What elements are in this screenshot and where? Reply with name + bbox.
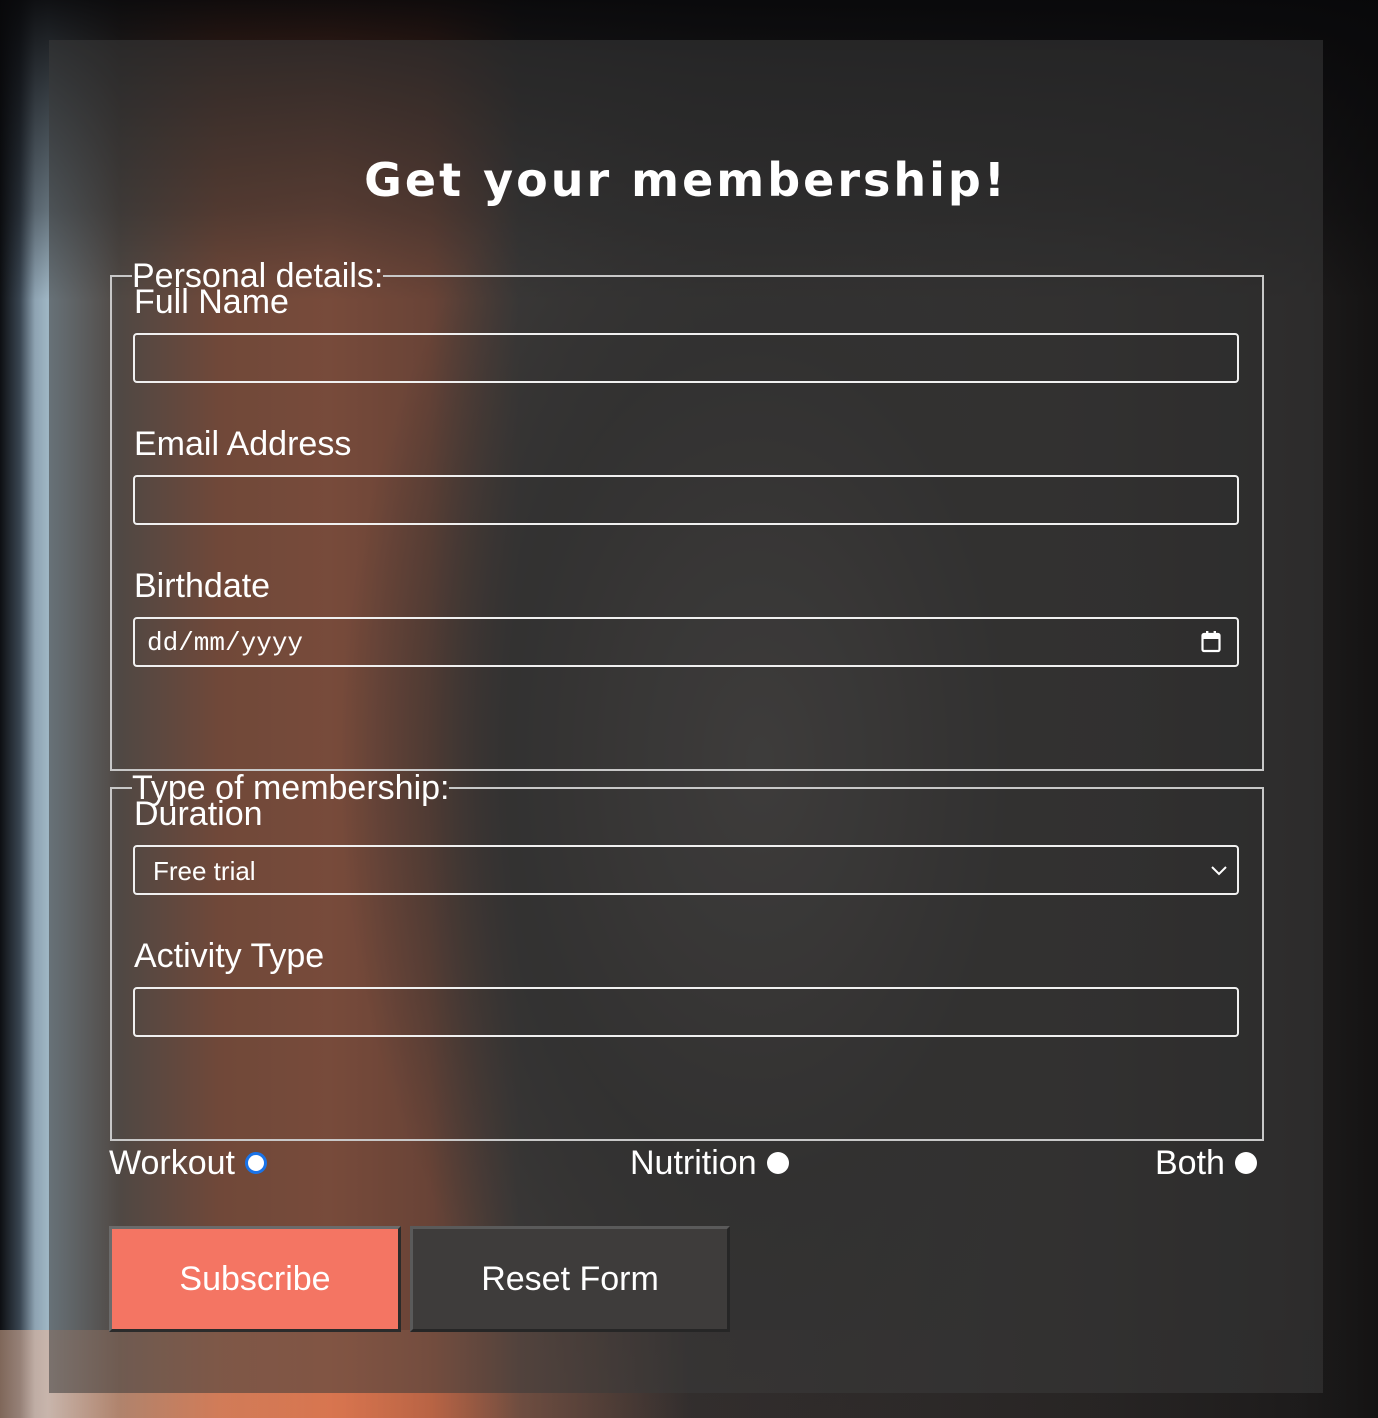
workout-radio[interactable] xyxy=(244,1152,267,1174)
radio-option-workout[interactable]: Workout xyxy=(109,1143,267,1183)
reset-form-button[interactable]: Reset Form xyxy=(410,1226,730,1332)
calendar-icon[interactable] xyxy=(1201,631,1221,653)
both-radio[interactable] xyxy=(1234,1152,1257,1174)
radio-option-both[interactable]: Both xyxy=(1155,1143,1257,1183)
full-name-label: Full Name xyxy=(134,283,289,321)
workout-label: Workout xyxy=(109,1144,235,1182)
duration-selected-value: Free trial xyxy=(153,856,256,886)
email-input[interactable] xyxy=(133,475,1239,525)
duration-select[interactable]: Free trial xyxy=(133,845,1239,895)
activity-type-label: Activity Type xyxy=(134,937,325,975)
radio-option-nutrition[interactable]: Nutrition xyxy=(630,1143,789,1183)
nutrition-label: Nutrition xyxy=(630,1144,757,1182)
both-label: Both xyxy=(1155,1144,1225,1182)
nutrition-radio[interactable] xyxy=(766,1152,789,1174)
chevron-down-icon xyxy=(1211,866,1227,876)
full-name-input[interactable] xyxy=(133,333,1239,383)
duration-label: Duration xyxy=(134,795,263,833)
subscribe-button[interactable]: Subscribe xyxy=(109,1226,401,1332)
activity-type-input[interactable] xyxy=(133,987,1239,1037)
page-title: Get your membership! xyxy=(364,153,1008,207)
membership-form-card: Get your membership! Personal details: F… xyxy=(49,40,1323,1393)
birthdate-placeholder: dd/mm/yyyy xyxy=(147,628,304,658)
birthdate-label: Birthdate xyxy=(134,567,271,605)
email-label: Email Address xyxy=(134,425,352,463)
birthdate-input[interactable]: dd/mm/yyyy xyxy=(133,617,1239,667)
